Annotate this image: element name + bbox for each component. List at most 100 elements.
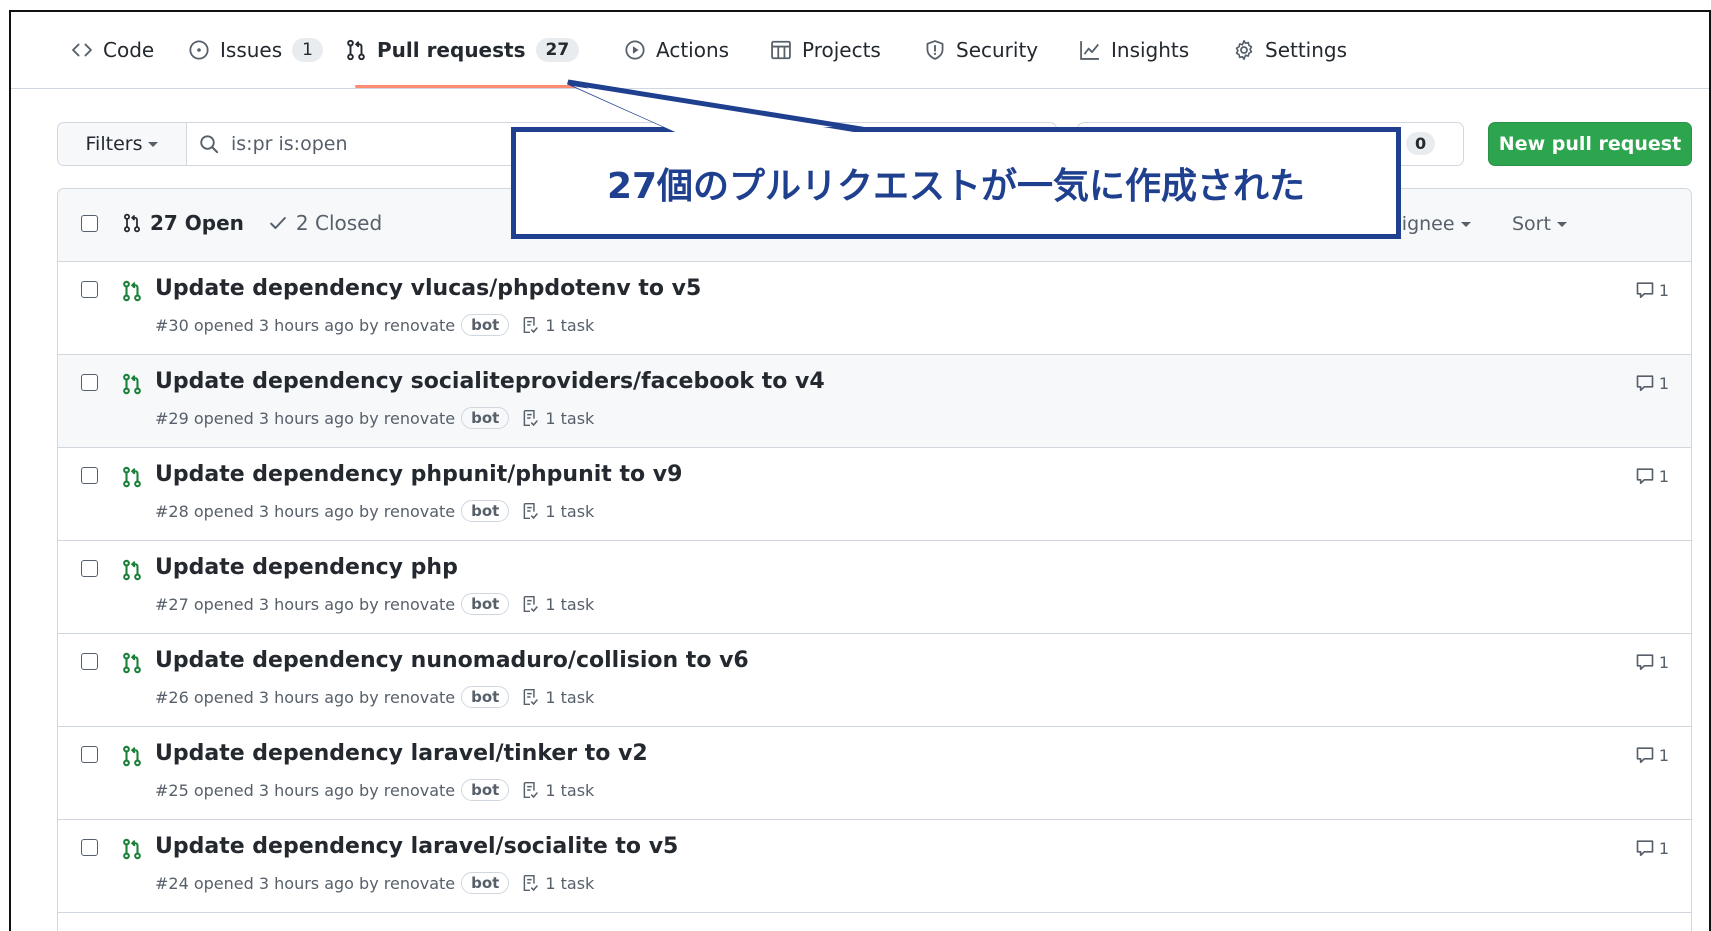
opened-by-text: #25 opened 3 hours ago by renovate [155, 780, 456, 800]
milestones-counter: 0 [1406, 132, 1436, 155]
repo-nav: Code Issues 1 Pull requests 27 Actions P… [11, 12, 1709, 89]
bot-badge: bot [461, 500, 510, 522]
graph-icon [1079, 39, 1101, 61]
table-row[interactable]: Update dependency laravel/socialite to v… [58, 820, 1691, 913]
tab-actions[interactable]: Actions [624, 12, 729, 88]
checklist-icon [524, 688, 539, 706]
comment-icon [1636, 282, 1654, 299]
task-progress[interactable]: 1 task [521, 409, 594, 428]
checklist-icon [524, 409, 539, 427]
comment-icon [1636, 840, 1654, 857]
opened-by-text: #29 opened 3 hours ago by renovate [155, 408, 456, 428]
pull-request-meta: #27 opened 3 hours ago by renovate bot 1… [155, 593, 594, 615]
search-input[interactable] [229, 132, 533, 156]
task-progress[interactable]: 1 task [521, 688, 594, 707]
comments-link[interactable]: 1 [1635, 466, 1669, 486]
comments-link[interactable]: 1 [1635, 373, 1669, 393]
task-progress[interactable]: 1 task [521, 874, 594, 893]
open-filter[interactable]: 27 Open [122, 211, 244, 235]
comments-link[interactable]: 1 [1635, 280, 1669, 300]
opened-by-text: #26 opened 3 hours ago by renovate [155, 687, 456, 707]
tab-issues-label: Issues [220, 38, 283, 62]
table-row[interactable]: Update dependency nunomaduro/collision t… [58, 634, 1691, 727]
code-icon [71, 39, 93, 61]
comments-link[interactable]: 1 [1635, 838, 1669, 858]
open-count-label: 27 Open [150, 211, 244, 235]
task-progress[interactable]: 1 task [521, 502, 594, 521]
row-checkbox[interactable] [81, 560, 98, 577]
tab-code[interactable]: Code [71, 12, 154, 88]
pull-request-title[interactable]: Update dependency vlucas/phpdotenv to v5 [155, 276, 701, 301]
task-count: 1 task [545, 594, 595, 614]
tab-security-label: Security [956, 38, 1039, 62]
tab-insights[interactable]: Insights [1079, 12, 1189, 88]
tab-pull-requests-label: Pull requests [377, 38, 526, 62]
selected-tab-underline [355, 85, 602, 88]
closed-filter[interactable]: 2 Closed [268, 211, 382, 235]
task-progress[interactable]: 1 task [521, 316, 594, 335]
bot-badge: bot [461, 593, 510, 615]
table-row[interactable]: Update dependency socialiteproviders/fac… [58, 355, 1691, 448]
checklist-icon [524, 874, 539, 892]
comment-count: 1 [1658, 652, 1669, 672]
row-checkbox[interactable] [81, 374, 98, 391]
pull-request-title[interactable]: Update dependency laravel/socialite to v… [155, 834, 678, 859]
open-pull-request-icon [123, 838, 141, 860]
tab-insights-label: Insights [1111, 38, 1190, 62]
state-filters: 27 Open 2 Closed [122, 211, 382, 235]
table-icon [770, 39, 792, 61]
opened-by-text: #28 opened 3 hours ago by renovate [155, 501, 456, 521]
table-row[interactable]: Update dependency phpunit/phpunit to v9 … [58, 448, 1691, 541]
pull-request-title[interactable]: Update dependency nunomaduro/collision t… [155, 648, 749, 673]
bot-badge: bot [461, 314, 510, 336]
row-checkbox[interactable] [81, 746, 98, 763]
tab-settings-label: Settings [1265, 38, 1348, 62]
tab-projects[interactable]: Projects [770, 12, 881, 88]
comments-link[interactable]: 1 [1635, 652, 1669, 672]
issue-icon [188, 39, 210, 61]
select-all-checkbox[interactable] [81, 215, 98, 232]
comment-count: 1 [1658, 838, 1669, 858]
checklist-icon [524, 781, 539, 799]
tab-issues[interactable]: Issues 1 [188, 12, 323, 88]
bot-badge: bot [461, 872, 510, 894]
pull-request-title[interactable]: Update dependency phpunit/phpunit to v9 [155, 462, 682, 487]
open-pull-request-icon [123, 466, 141, 488]
check-icon [270, 217, 286, 229]
pull-request-meta: #25 opened 3 hours ago by renovate bot 1… [155, 779, 594, 801]
bot-badge: bot [461, 686, 510, 708]
table-row[interactable]: Update dependency php #27 opened 3 hours… [58, 541, 1691, 634]
tab-security[interactable]: Security [924, 12, 1038, 88]
task-count: 1 task [545, 315, 595, 335]
row-checkbox[interactable] [81, 653, 98, 670]
pull-request-title[interactable]: Update dependency php [155, 555, 458, 580]
pull-request-meta: #28 opened 3 hours ago by renovate bot 1… [155, 500, 594, 522]
issues-counter: 1 [292, 38, 323, 62]
tab-pull-requests[interactable]: Pull requests 27 [345, 12, 580, 88]
task-progress[interactable]: 1 task [521, 595, 594, 614]
row-checkbox[interactable] [81, 467, 98, 484]
comments-link[interactable]: 1 [1635, 745, 1669, 765]
new-pull-request-button[interactable]: New pull request [1488, 122, 1692, 166]
sort-filter[interactable]: Sort [1512, 213, 1567, 235]
pull-request-icon [345, 39, 367, 61]
table-row[interactable]: Update dependency vlucas/phpdotenv to v5… [58, 262, 1691, 355]
comment-count: 1 [1658, 373, 1669, 393]
closed-count-label: 2 Closed [295, 211, 383, 235]
tab-code-label: Code [103, 38, 155, 62]
table-row[interactable]: Update dependency laravel/tinker to v2 #… [58, 727, 1691, 820]
pull-request-meta: #24 opened 3 hours ago by renovate bot 1… [155, 872, 594, 894]
filters-button[interactable]: Filters [58, 123, 187, 165]
pull-request-title[interactable]: Update dependency socialiteproviders/fac… [155, 369, 825, 394]
pull-request-title[interactable]: Update dependency laravel/tinker to v2 [155, 741, 648, 766]
checklist-icon [524, 595, 539, 613]
task-progress[interactable]: 1 task [521, 781, 594, 800]
pull-request-rows: Update dependency vlucas/phpdotenv to v5… [58, 262, 1691, 913]
gear-icon [1233, 39, 1255, 61]
tab-settings[interactable]: Settings [1233, 12, 1347, 88]
chevron-down-icon [148, 141, 159, 147]
opened-by-text: #24 opened 3 hours ago by renovate [155, 873, 456, 893]
row-checkbox[interactable] [81, 281, 98, 298]
row-checkbox[interactable] [81, 839, 98, 856]
filters-label: Filters [85, 133, 143, 155]
